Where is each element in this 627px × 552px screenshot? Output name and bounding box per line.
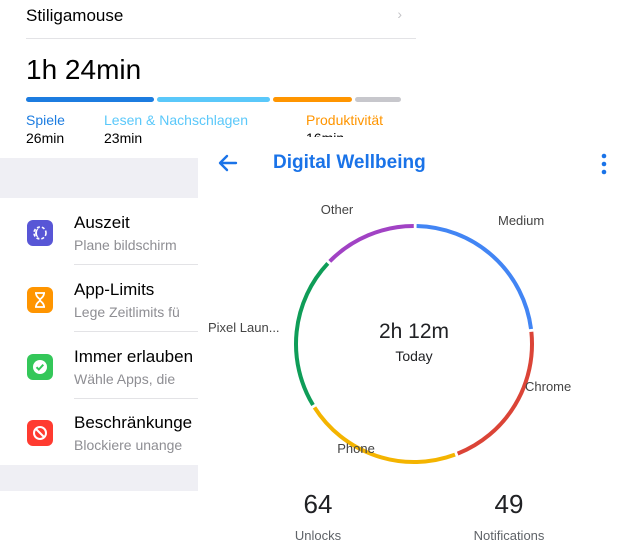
digital-wellbeing-card: Digital Wellbeing Medium Chrome Phone Pixel… [198,137,627,552]
checkmark-badge-icon [27,354,53,380]
donut-segment-phone[interactable] [312,406,456,464]
row-subtitle: Plane bildschirm [74,237,177,253]
unlocks-count: 64 [303,489,333,519]
donut-segment-chrome[interactable] [456,331,534,456]
row-title: App-Limits [74,280,155,299]
category-name: Produktivität [306,112,384,128]
category-name: Spiele [26,112,65,128]
notifications-label: Notifications [473,528,545,543]
total-screen-time: 1h 24min [26,54,142,85]
segment-label: Medium [498,213,544,228]
notifications-stat: 49 Notifications [434,489,584,543]
row-subtitle: Blockiere unange [74,437,183,453]
unlocks-stat: 64 Unlocks [243,489,393,543]
row-title: Auszeit [74,213,130,232]
total-time: 2h 12m [379,320,449,343]
top-usage-row[interactable]: Stiligamouse › [26,0,416,39]
prohibited-icon [27,420,53,446]
usage-bar-spiele [26,97,154,102]
notifications-count: 49 [494,489,524,519]
usage-bar-other [355,97,401,102]
donut-segment-other[interactable] [328,224,414,263]
row-title: Beschränkunge [74,413,193,432]
row-subtitle: Lege Zeitlimits fü [74,304,180,320]
row-subtitle: Wähle Apps, die [74,371,176,387]
segment-label: Chrome [525,379,571,394]
row-title: Immer erlauben [74,347,194,366]
usage-donut-chart[interactable]: Medium Chrome Phone Pixel Laun... Other 2h 1… [198,191,627,481]
donut-segment-pixel-laun[interactable] [294,262,330,407]
chevron-right-icon: › [397,6,402,22]
segment-label: Phone [337,441,375,456]
donut-segment-medium[interactable] [416,224,534,330]
category-time: 26min [26,130,65,146]
segment-label: Other [321,202,354,217]
category-spiele: Spiele 26min [26,112,65,146]
usage-bar-produktivitaet [273,97,352,102]
hourglass-icon [27,287,53,313]
usage-bar-lesen [157,97,270,102]
top-row-label: Stiligamouse [26,6,124,25]
hourglass-moon-icon [27,220,53,246]
today-label: Today [395,348,432,364]
category-name: Lesen & Nachschlagen [104,112,248,128]
back-arrow-icon[interactable] [214,149,242,177]
more-options-icon[interactable] [598,151,610,177]
segment-label: Pixel Laun... [208,320,280,335]
page-title: Digital Wellbeing [273,152,426,173]
unlocks-label: Unlocks [294,528,342,543]
app-bar: Digital Wellbeing [198,137,627,191]
